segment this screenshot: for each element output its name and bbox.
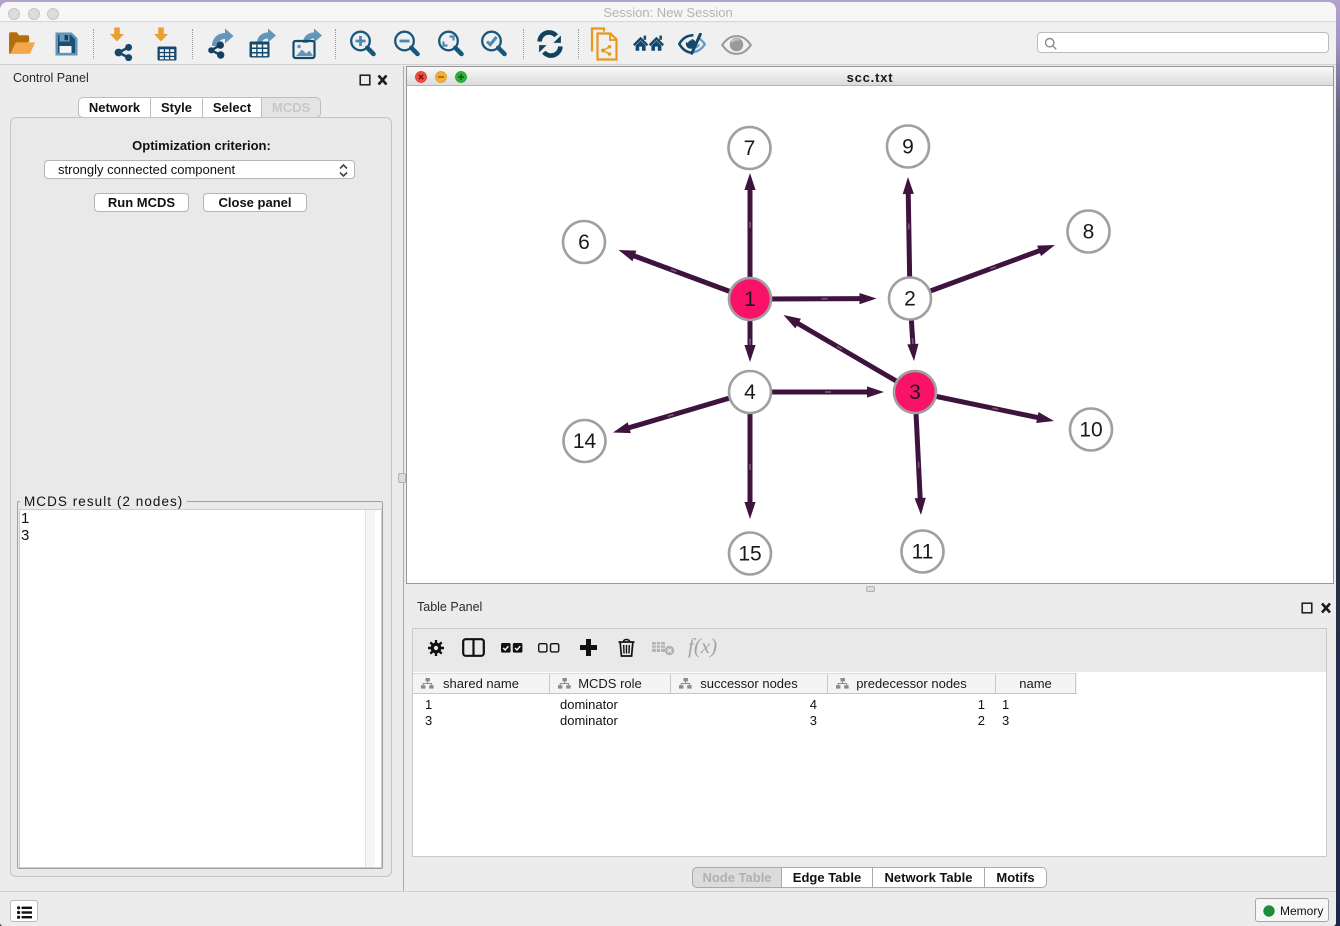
svg-text:15: 15 [738,543,761,566]
svg-text:10: 10 [1079,419,1102,442]
svg-text:4: 4 [744,381,756,404]
svg-text:14: 14 [573,430,597,453]
svg-text:1: 1 [744,288,756,311]
svg-text:9: 9 [902,136,914,159]
svg-text:2: 2 [904,288,916,311]
svg-text:6: 6 [578,231,590,254]
svg-text:3: 3 [909,381,921,404]
svg-text:11: 11 [912,541,934,564]
svg-text:7: 7 [744,137,756,160]
svg-text:8: 8 [1083,221,1095,244]
